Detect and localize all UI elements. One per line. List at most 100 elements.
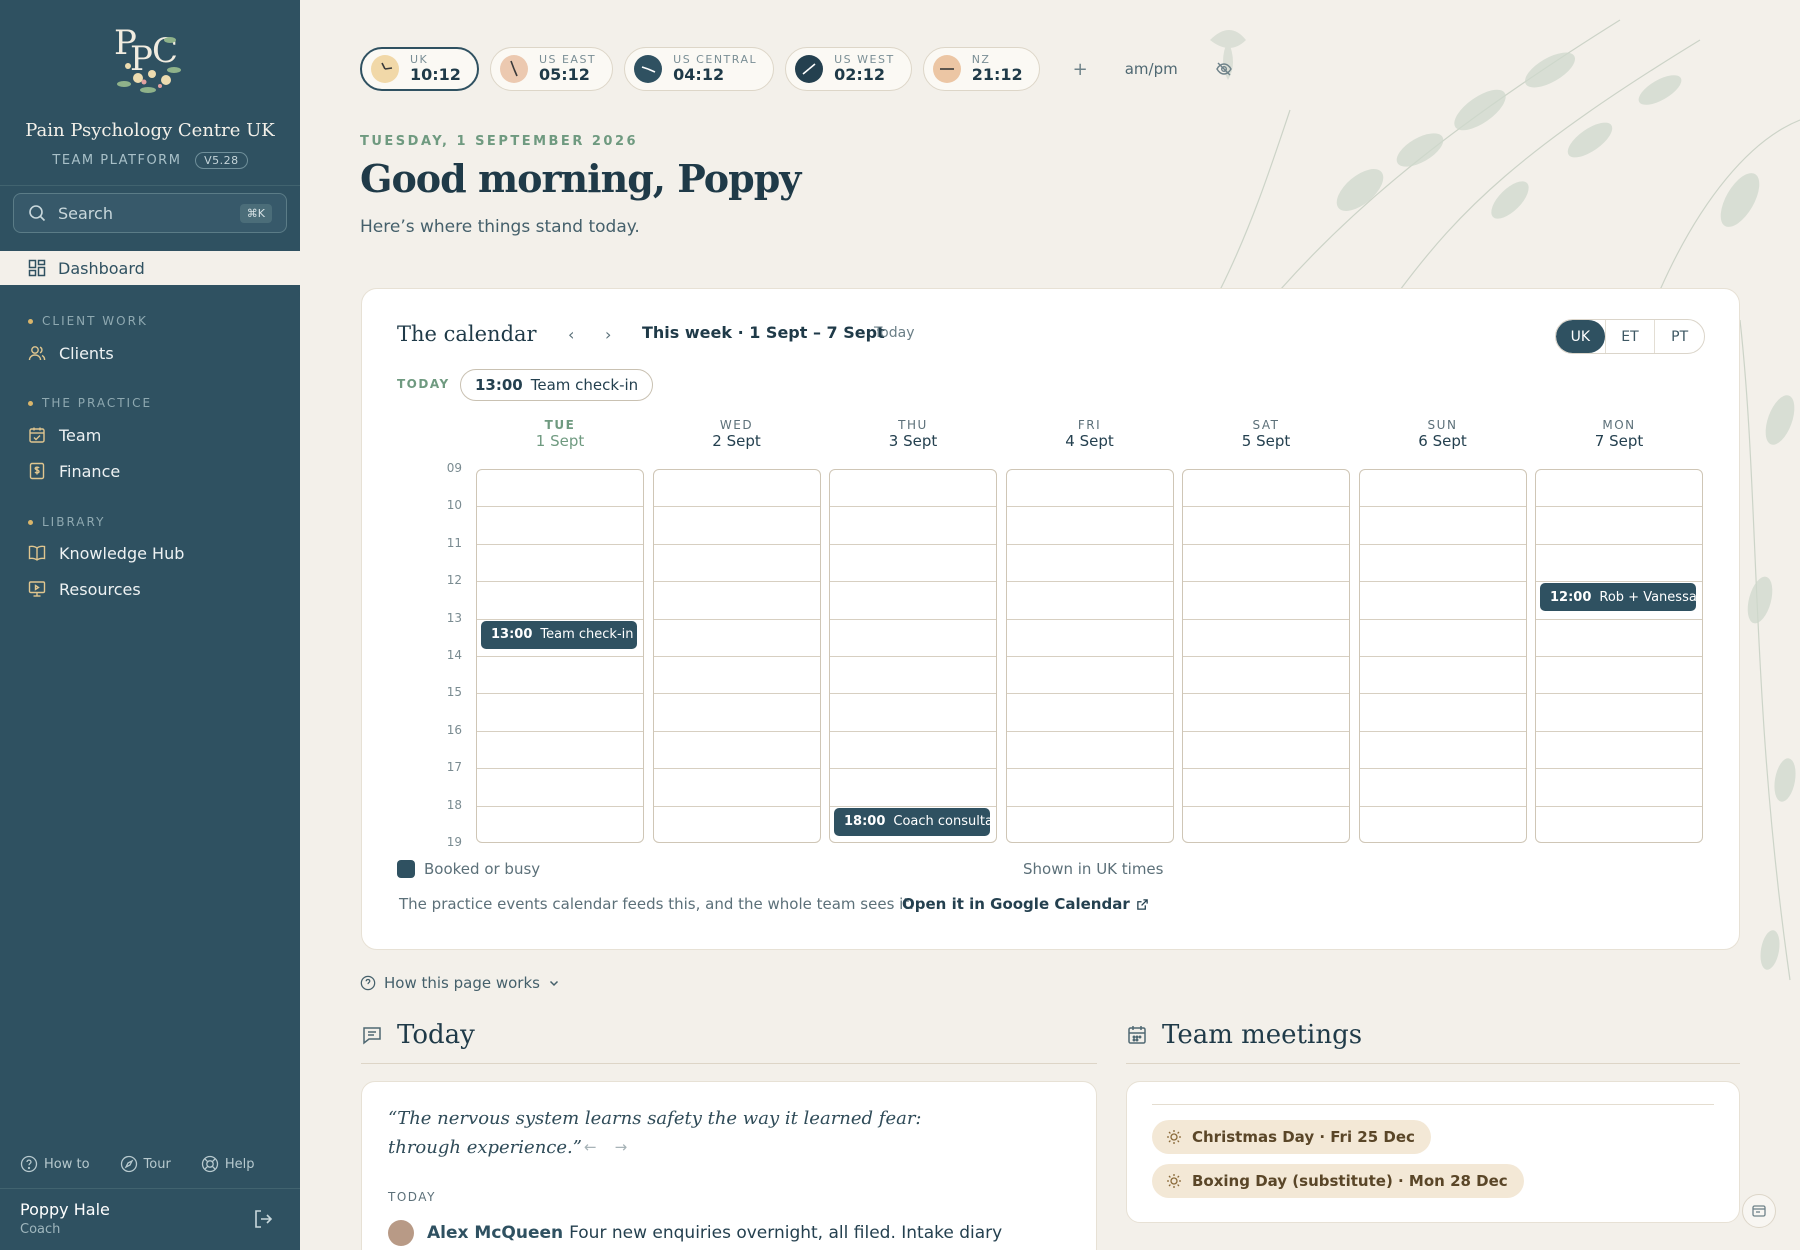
hour-slot[interactable] bbox=[653, 769, 820, 807]
hour-slot[interactable] bbox=[477, 807, 643, 842]
hour-slot[interactable] bbox=[477, 470, 643, 508]
calendar-today-button[interactable]: Today bbox=[874, 325, 915, 341]
chevron-left-icon[interactable]: ‹ bbox=[568, 325, 574, 344]
hour-slot[interactable] bbox=[830, 769, 996, 807]
hour-slot[interactable] bbox=[1006, 657, 1173, 695]
calendar-event[interactable]: 12:00 Rob + Vanessa: bbox=[1540, 583, 1696, 612]
hour-slot[interactable] bbox=[1536, 470, 1702, 508]
day-column[interactable] bbox=[1535, 469, 1703, 843]
hour-slot[interactable] bbox=[653, 657, 820, 695]
open-google-calendar-link[interactable]: Open it in Google Calendar bbox=[902, 895, 1149, 913]
hour-slot[interactable] bbox=[653, 694, 820, 732]
sidebar-item-resources[interactable]: Resources bbox=[28, 576, 141, 602]
hour-slot[interactable] bbox=[830, 732, 996, 770]
clock-us-east[interactable]: US EAST 05:12 bbox=[489, 47, 614, 91]
hour-slot[interactable] bbox=[1536, 807, 1702, 842]
hour-slot[interactable] bbox=[653, 732, 820, 770]
entry-author[interactable]: Alex McQueen bbox=[427, 1223, 563, 1243]
hour-slot[interactable] bbox=[654, 807, 820, 842]
sidebar-item-team[interactable]: Team bbox=[28, 422, 101, 448]
hour-slot[interactable] bbox=[1006, 620, 1173, 657]
hour-slot[interactable] bbox=[1006, 769, 1173, 807]
how-to-link[interactable]: How to bbox=[20, 1155, 90, 1173]
hour-slot[interactable] bbox=[1006, 694, 1173, 732]
hour-slot[interactable] bbox=[1183, 620, 1349, 657]
hour-slot[interactable] bbox=[1183, 545, 1349, 583]
day-column[interactable] bbox=[476, 469, 644, 843]
hour-slot[interactable] bbox=[1359, 732, 1526, 770]
how-this-page-works-toggle[interactable]: How this page works bbox=[360, 974, 560, 992]
day-column[interactable] bbox=[1005, 469, 1174, 843]
sidebar-item-knowledge-hub[interactable]: Knowledge Hub bbox=[28, 540, 184, 566]
hour-slot[interactable] bbox=[1536, 732, 1702, 770]
hour-slot[interactable] bbox=[1536, 620, 1702, 657]
hour-slot[interactable] bbox=[1536, 769, 1702, 807]
hour-slot[interactable] bbox=[1183, 657, 1349, 695]
hour-slot[interactable] bbox=[477, 732, 643, 770]
hour-slot[interactable] bbox=[1183, 507, 1349, 545]
tour-link[interactable]: Tour bbox=[120, 1155, 171, 1173]
hour-slot[interactable] bbox=[653, 470, 820, 508]
hour-slot[interactable] bbox=[1536, 657, 1702, 695]
sidebar-item-clients[interactable]: Clients bbox=[28, 340, 114, 366]
hour-slot[interactable] bbox=[653, 582, 820, 620]
chevron-right-icon[interactable]: › bbox=[605, 325, 611, 344]
hour-slot[interactable] bbox=[477, 769, 643, 807]
hour-slot[interactable] bbox=[1006, 507, 1173, 545]
hour-slot[interactable] bbox=[653, 620, 820, 657]
hour-slot[interactable] bbox=[830, 657, 996, 695]
hour-slot[interactable] bbox=[653, 545, 820, 583]
hour-slot[interactable] bbox=[1007, 807, 1173, 842]
logout-icon[interactable] bbox=[252, 1208, 274, 1230]
hour-slot[interactable] bbox=[1183, 807, 1349, 842]
clock-us-central[interactable]: US CENTRAL 04:12 bbox=[624, 47, 775, 91]
arrow-left-icon[interactable]: ← bbox=[584, 1138, 615, 1156]
hour-slot[interactable] bbox=[830, 507, 996, 545]
arrow-right-icon[interactable]: → bbox=[615, 1138, 646, 1156]
feedback-button[interactable] bbox=[1742, 1194, 1776, 1228]
hour-slot[interactable] bbox=[1536, 545, 1702, 583]
hour-slot[interactable] bbox=[1183, 694, 1349, 732]
calendar-event[interactable]: 13:00 Team check-in bbox=[481, 620, 637, 649]
clock-us-west[interactable]: US WEST 02:12 bbox=[785, 47, 912, 91]
tz-option-uk[interactable]: UK bbox=[1556, 320, 1605, 353]
hour-slot[interactable] bbox=[1006, 582, 1173, 620]
hour-slot[interactable] bbox=[1536, 507, 1702, 545]
hour-slot[interactable] bbox=[1006, 545, 1173, 583]
hour-slot[interactable] bbox=[1183, 582, 1349, 620]
hour-slot[interactable] bbox=[477, 582, 643, 620]
hour-slot[interactable] bbox=[477, 657, 643, 695]
ampm-toggle[interactable]: am/pm bbox=[1125, 60, 1178, 78]
day-column[interactable] bbox=[829, 469, 997, 843]
day-column[interactable] bbox=[652, 469, 821, 843]
hour-slot[interactable] bbox=[1359, 620, 1526, 657]
hour-slot[interactable] bbox=[477, 694, 643, 732]
sidebar-item-finance[interactable]: Finance bbox=[28, 458, 120, 484]
today-event-pill[interactable]: 13:00 Team check-in bbox=[460, 369, 654, 401]
search-input[interactable]: Search ⌘K bbox=[13, 193, 287, 233]
hour-slot[interactable] bbox=[1360, 807, 1526, 842]
hour-slot[interactable] bbox=[1183, 769, 1349, 807]
hour-slot[interactable] bbox=[830, 545, 996, 583]
tz-option-et[interactable]: ET bbox=[1604, 320, 1655, 353]
hour-slot[interactable] bbox=[830, 582, 996, 620]
hour-slot[interactable] bbox=[653, 507, 820, 545]
hour-slot[interactable] bbox=[477, 507, 643, 545]
sidebar-item-dashboard[interactable]: Dashboard bbox=[0, 251, 300, 285]
hour-slot[interactable] bbox=[830, 470, 996, 508]
hour-slot[interactable] bbox=[1359, 470, 1526, 508]
hour-slot[interactable] bbox=[1359, 545, 1526, 583]
clock-uk[interactable]: UK 10:12 bbox=[360, 47, 479, 91]
hour-slot[interactable] bbox=[1536, 694, 1702, 732]
hour-slot[interactable] bbox=[477, 545, 643, 583]
hour-slot[interactable] bbox=[830, 694, 996, 732]
hour-slot[interactable] bbox=[1183, 470, 1349, 508]
clock-nz[interactable]: NZ 21:12 bbox=[922, 47, 1040, 91]
day-column[interactable] bbox=[1358, 469, 1527, 843]
hour-slot[interactable] bbox=[1006, 732, 1173, 770]
eye-off-icon[interactable] bbox=[1215, 60, 1233, 78]
hour-slot[interactable] bbox=[1006, 470, 1173, 508]
help-link[interactable]: Help bbox=[201, 1155, 254, 1173]
add-clock-button[interactable]: + bbox=[1073, 59, 1088, 80]
hour-slot[interactable] bbox=[1359, 657, 1526, 695]
